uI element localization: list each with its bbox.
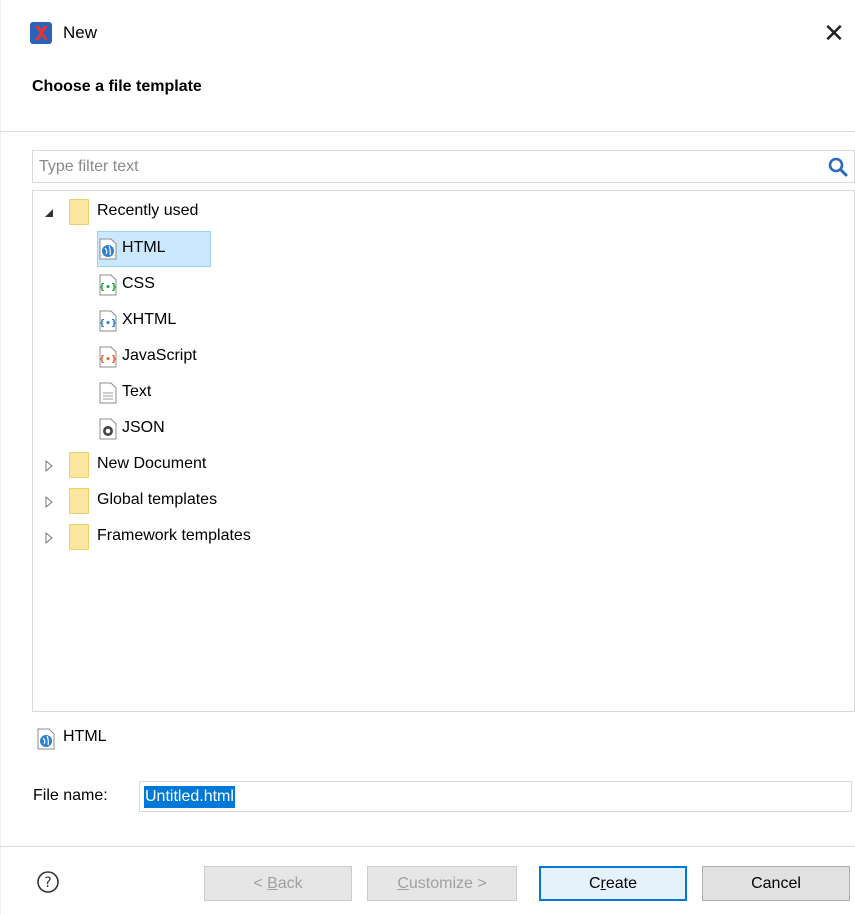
javascript-file-icon: {•} (99, 346, 117, 368)
cancel-button[interactable]: Cancel (702, 866, 850, 901)
create-button-prefix: C (588, 875, 601, 892)
tree-item-label: JavaScript (122, 347, 197, 364)
filter-input[interactable] (33, 151, 813, 182)
xhtml-file-icon: {•} (99, 310, 117, 332)
filter-field (32, 150, 855, 183)
header-divider (0, 131, 855, 132)
collapsed-arrow-icon[interactable] (43, 496, 55, 508)
tree-item-label: CSS (122, 275, 155, 292)
template-tree: Recently used HTML {•} CSS {•} XHTML {•}… (32, 190, 855, 712)
folder-icon (69, 452, 89, 478)
selected-template-label: HTML (63, 728, 107, 745)
file-name-label: File name: (33, 787, 108, 804)
page-title: Choose a file template (32, 78, 202, 95)
tree-folder-global-templates[interactable]: Global templates (33, 484, 433, 518)
collapsed-arrow-icon[interactable] (43, 460, 55, 472)
tree-item-label: JSON (122, 419, 165, 436)
expanded-arrow-icon[interactable] (43, 207, 55, 219)
customize-button-mnemonic: C (397, 875, 409, 892)
close-icon: ✕ (823, 18, 845, 48)
tree-folder-new-document[interactable]: New Document (33, 448, 433, 482)
file-name-input[interactable]: Untitled.html (139, 781, 852, 812)
tree-folder-label: Global templates (97, 491, 218, 508)
tree-item-label: HTML (122, 239, 166, 256)
folder-icon (69, 524, 89, 550)
back-button-prefix: < (253, 875, 268, 892)
collapsed-arrow-icon[interactable] (43, 532, 55, 544)
search-icon[interactable] (826, 155, 850, 179)
tree-folder-label: Recently used (97, 202, 199, 219)
tree-folder-label: Framework templates (97, 527, 251, 544)
tree-folder-label: New Document (97, 455, 207, 472)
tree-item-css[interactable]: {•} CSS (97, 268, 297, 302)
oxygen-app-icon (30, 22, 52, 44)
tree-item-html[interactable]: HTML (97, 232, 211, 266)
tree-folder-recently-used[interactable]: Recently used (33, 195, 433, 229)
back-button[interactable]: < Back (204, 866, 352, 901)
back-button-mnemonic: B (267, 875, 278, 892)
tree-item-label: XHTML (122, 311, 177, 328)
tree-item-xhtml[interactable]: {•} XHTML (97, 304, 297, 338)
json-file-icon (99, 418, 117, 440)
customize-button[interactable]: Customize > (367, 866, 517, 901)
footer-divider (0, 846, 855, 847)
tree-item-text[interactable]: Text (97, 376, 297, 410)
tree-folder-framework-templates[interactable]: Framework templates (33, 520, 433, 554)
window-title: New (63, 23, 98, 42)
tree-item-label: Text (122, 383, 152, 400)
new-dialog: New ✕ Choose a file template Recently us… (0, 0, 855, 915)
file-name-value: Untitled.html (144, 786, 235, 808)
folder-icon (69, 199, 89, 225)
html-file-icon (99, 238, 117, 260)
svg-text:?: ? (44, 875, 51, 891)
create-button-suffix: eate (605, 875, 638, 892)
title-bar: New ✕ (0, 0, 855, 64)
folder-icon (69, 488, 89, 514)
create-button[interactable]: Create (539, 866, 687, 901)
help-icon[interactable]: ? (36, 870, 60, 894)
tree-item-javascript[interactable]: {•} JavaScript (97, 340, 297, 374)
close-button[interactable]: ✕ (813, 14, 855, 52)
css-file-icon: {•} (99, 274, 117, 296)
customize-button-suffix: ustomize > (408, 875, 487, 892)
tree-item-json[interactable]: JSON (97, 412, 297, 446)
svg-text:{•}: {•} (99, 283, 117, 293)
html-file-icon (37, 728, 55, 750)
text-file-icon (99, 382, 117, 404)
window-edge (0, 0, 1, 915)
svg-text:{•}: {•} (99, 355, 117, 365)
back-button-suffix: ack (277, 875, 303, 892)
svg-text:{•}: {•} (99, 319, 117, 329)
